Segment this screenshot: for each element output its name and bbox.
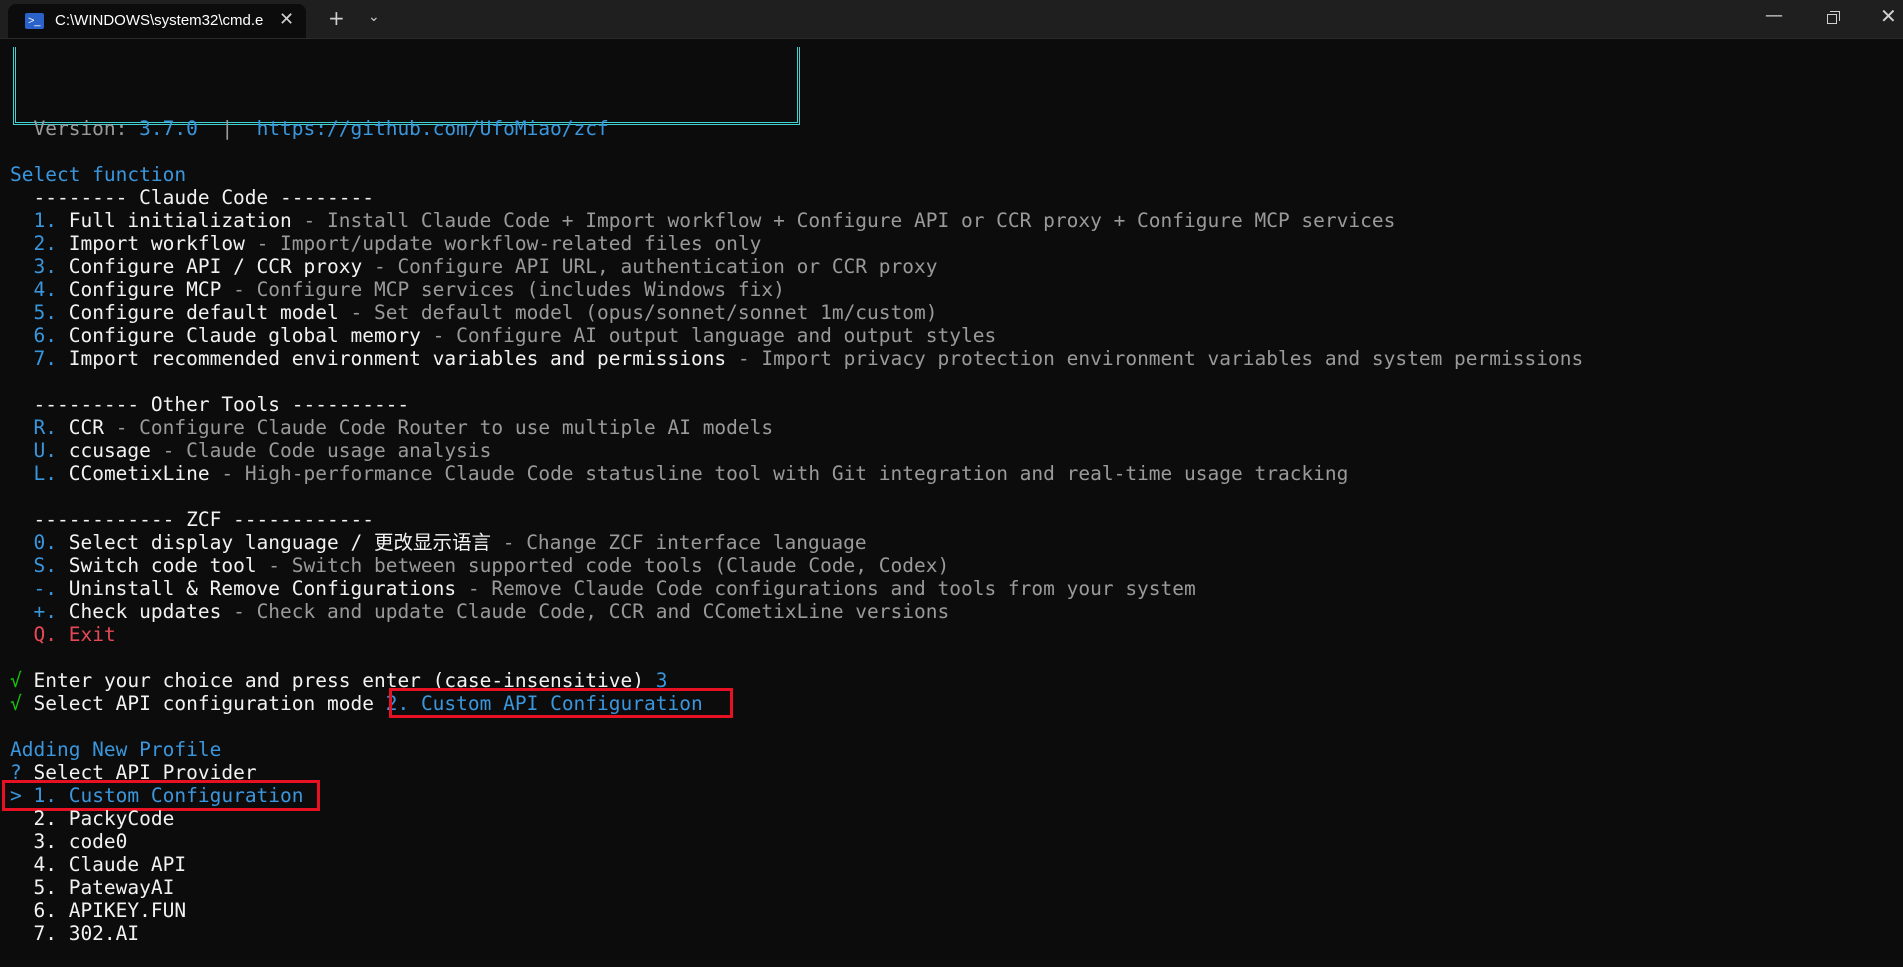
menu-item: L. CCometixLine - High-performance Claud…: [33, 462, 1349, 485]
provider-option[interactable]: 2. PackyCode: [10, 807, 174, 830]
close-window-button[interactable]: ✕: [1880, 4, 1897, 28]
separator: |: [197, 117, 257, 140]
close-tab-icon[interactable]: ✕: [279, 9, 294, 30]
mode-value: 2. Custom API Configuration: [385, 692, 703, 715]
menu-item: 4. Configure MCP - Configure MCP service…: [33, 278, 785, 301]
menu-item: 2. Import workflow - Import/update workf…: [33, 232, 762, 255]
version-label: Version:: [33, 117, 140, 140]
menu-item: -. Uninstall & Remove Configurations - R…: [33, 577, 1196, 600]
version-number: 3.7.0: [139, 117, 198, 140]
menu-item: S. Switch code tool - Switch between sup…: [33, 554, 950, 577]
menu-item: 6. Configure Claude global memory - Conf…: [33, 324, 997, 347]
tab-title: C:\WINDOWS\system32\cmd.e: [55, 12, 264, 29]
provider-option[interactable]: 7. 302.AI: [10, 922, 139, 945]
question-icon: ?: [10, 761, 22, 784]
title-bar: >_ C:\WINDOWS\system32\cmd.e ✕ + ⌄ — ✕: [0, 0, 1903, 39]
mode-prompt-line: √ Select API configuration mode 2. Custo…: [10, 692, 703, 715]
menu-item: 5. Configure default model - Set default…: [33, 301, 938, 324]
cursor-indicator: >: [10, 784, 22, 807]
repo-link[interactable]: https://github.com/UfoMiao/zcf: [257, 117, 609, 140]
menu-item: 0. Select display language / 更改显示语言 - Ch…: [33, 531, 867, 554]
chevron-down-icon[interactable]: ⌄: [368, 9, 380, 25]
section-heading-claude-code: -------- Claude Code --------: [10, 186, 374, 209]
menu-item-exit: Q. Exit: [33, 623, 116, 646]
menu-item: R. CCR - Configure Claude Code Router to…: [33, 416, 774, 439]
menu-item: 7. Import recommended environment variab…: [33, 347, 1584, 370]
new-tab-button[interactable]: +: [328, 6, 345, 30]
terminal-output[interactable]: Version: 3.7.0 | https://github.com/UfoM…: [0, 39, 1903, 967]
section-heading-other-tools: --------- Other Tools ----------: [10, 393, 410, 416]
provider-option[interactable]: 6. APIKEY.FUN: [10, 899, 186, 922]
check-icon: √: [10, 692, 22, 715]
menu-item: 1. Full initialization - Install Claude …: [33, 209, 1396, 232]
terminal-tab[interactable]: >_ C:\WINDOWS\system32\cmd.e ✕: [8, 4, 306, 38]
powershell-icon: >_: [25, 13, 44, 29]
provider-option[interactable]: 3. code0: [10, 830, 127, 853]
provider-option[interactable]: 4. Claude API: [10, 853, 186, 876]
section-heading-zcf: ------------ ZCF ------------: [10, 508, 374, 531]
menu-title: Select function: [10, 163, 187, 186]
menu-item: +. Check updates - Check and update Clau…: [33, 600, 950, 623]
provider-option[interactable]: 5. PatewayAI: [10, 876, 174, 899]
choice-value: 3: [655, 669, 668, 692]
menu-item: 3. Configure API / CCR proxy - Configure…: [33, 255, 938, 278]
banner-frame: [13, 47, 800, 125]
check-icon: √: [10, 669, 22, 692]
menu-item: U. ccusage - Claude Code usage analysis: [33, 439, 492, 462]
choice-prompt-line: √ Enter your choice and press enter (cas…: [10, 669, 668, 692]
restore-button[interactable]: [1824, 6, 1840, 24]
provider-option-selected[interactable]: > 1. Custom Configuration: [10, 784, 304, 807]
version-line: Version: 3.7.0 | https://github.com/UfoM…: [10, 117, 609, 140]
profile-title: Adding New Profile: [10, 738, 222, 761]
provider-question-line: ? Select API Provider: [10, 761, 257, 784]
minimize-button[interactable]: —: [1765, 5, 1783, 26]
